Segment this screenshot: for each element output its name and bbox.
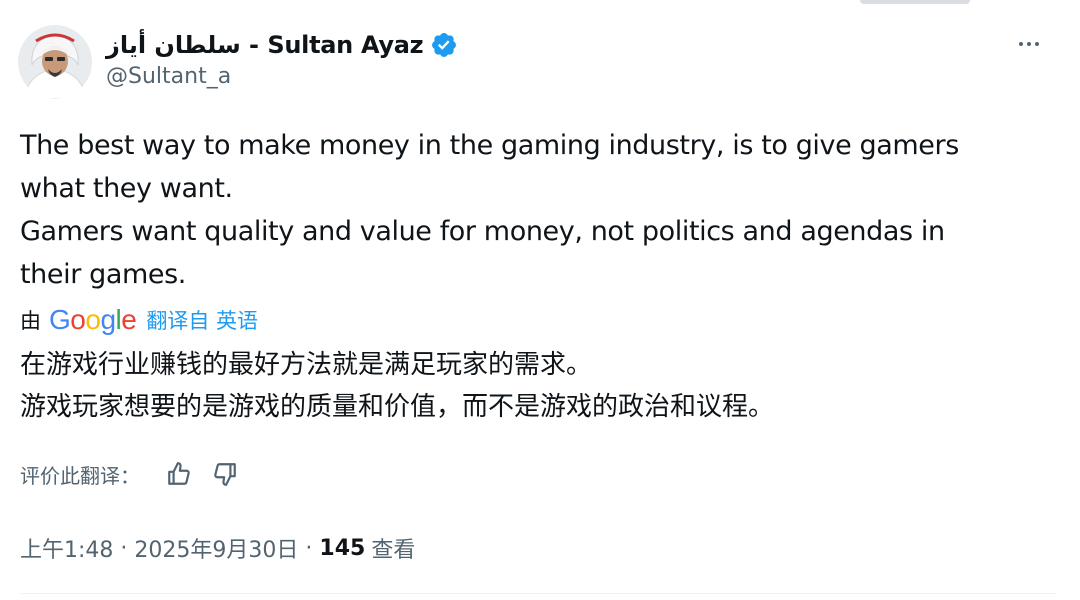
more-horizontal-icon bbox=[1035, 42, 1039, 46]
avatar[interactable] bbox=[18, 25, 92, 99]
tweet-time[interactable]: 上午1:48 bbox=[20, 532, 113, 564]
translated-by-label: 由 bbox=[20, 309, 41, 333]
thumbs-up-button[interactable] bbox=[162, 457, 196, 491]
translated-text-line: 游戏玩家想要的是游戏的质量和价值，而不是游戏的政治和议程。 bbox=[20, 392, 775, 422]
author-handle[interactable]: @Sultant_a bbox=[106, 64, 231, 89]
tweet-meta: 上午1:48 · 2025年9月30日 · 145 查看 bbox=[20, 528, 415, 568]
divider bbox=[20, 593, 1056, 594]
author-name-row[interactable]: سلطان أياز - Sultan Ayaz bbox=[106, 26, 458, 64]
tweet-text-line: Gamers want quality and value for money,… bbox=[20, 216, 945, 247]
more-options-button[interactable] bbox=[1006, 24, 1052, 64]
rate-translation-label: 评价此翻译： bbox=[20, 463, 140, 488]
translation-source-link[interactable]: 翻译自 英语 bbox=[146, 305, 258, 335]
translated-text: 在游戏行业赚钱的最好方法就是满足玩家的需求。 游戏玩家想要的是游戏的质量和价值，… bbox=[20, 344, 1030, 428]
thumbs-up-icon bbox=[168, 462, 190, 485]
tweet-text-line: The best way to make money in the gaming… bbox=[20, 130, 959, 161]
thumbs-down-icon bbox=[214, 463, 236, 486]
more-horizontal-icon bbox=[1027, 42, 1031, 46]
views-label: 查看 bbox=[371, 538, 416, 563]
tweet-text: The best way to make money in the gaming… bbox=[20, 124, 1030, 296]
rate-translation-row: 评价此翻译： bbox=[20, 454, 242, 494]
tweet-date[interactable]: 2025年9月30日 bbox=[134, 532, 298, 564]
google-logo: Google bbox=[49, 304, 137, 335]
translated-text-line: 在游戏行业赚钱的最好方法就是满足玩家的需求。 bbox=[20, 350, 593, 380]
tweet-text-line: their games. bbox=[20, 259, 186, 290]
author-display-name[interactable]: سلطان أياز - Sultan Ayaz bbox=[106, 31, 424, 59]
meta-separator: · bbox=[305, 535, 313, 561]
top-edge-element bbox=[860, 0, 970, 4]
translation-attribution: 由 Google 翻译自 英语 bbox=[20, 302, 258, 338]
tweet-text-line: what they want. bbox=[20, 173, 233, 204]
avatar-image bbox=[18, 25, 92, 99]
thumbs-down-button[interactable] bbox=[208, 457, 242, 491]
meta-separator: · bbox=[120, 535, 128, 561]
more-horizontal-icon bbox=[1019, 42, 1023, 46]
views-count: 145 bbox=[319, 535, 366, 561]
verified-badge-icon[interactable] bbox=[430, 31, 458, 59]
